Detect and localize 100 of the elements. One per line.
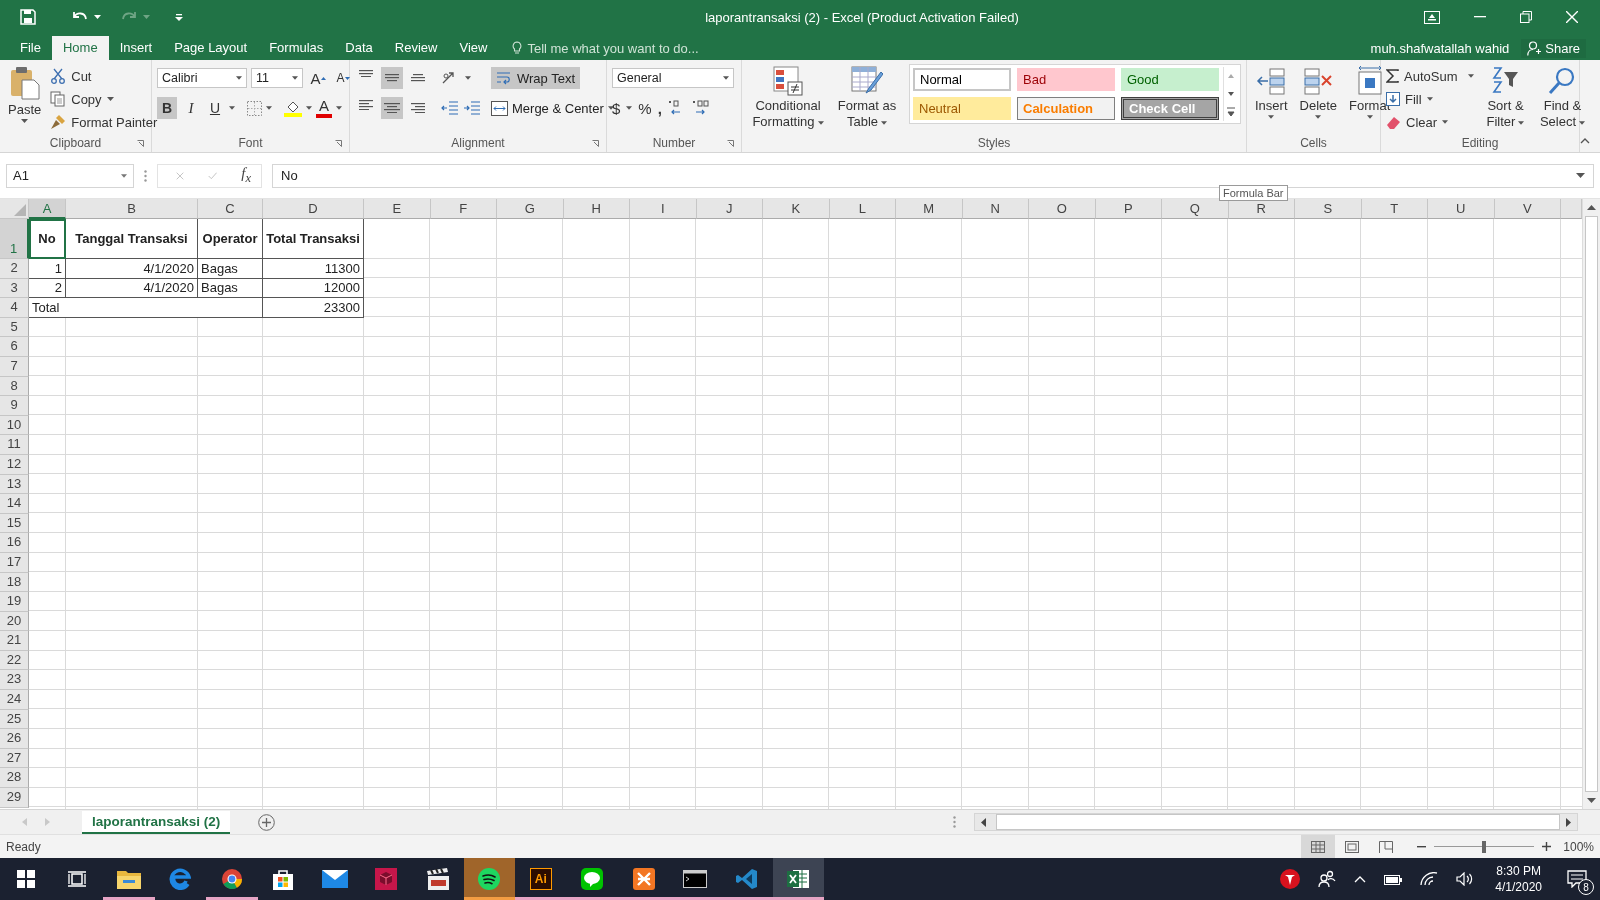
column-header[interactable]: P bbox=[1095, 199, 1162, 219]
slider-thumb[interactable] bbox=[1482, 840, 1487, 853]
close-icon[interactable] bbox=[1566, 11, 1578, 23]
column-header[interactable]: N bbox=[962, 199, 1029, 219]
caret-icon[interactable] bbox=[94, 15, 101, 19]
ribbon-options-icon[interactable] bbox=[1424, 10, 1440, 24]
paste-button[interactable]: Paste bbox=[5, 64, 45, 125]
column-header[interactable]: O bbox=[1029, 199, 1096, 219]
formula-input[interactable]: No bbox=[272, 163, 1594, 188]
align-button[interactable] bbox=[381, 97, 403, 119]
column-header[interactable]: I bbox=[630, 199, 697, 219]
format-painter-button[interactable]: Format Painter bbox=[50, 112, 158, 132]
column-header[interactable]: D bbox=[263, 199, 364, 219]
dialog-launcher-icon[interactable] bbox=[137, 140, 144, 147]
share-button[interactable]: Share bbox=[1521, 38, 1586, 58]
zoom-out-icon[interactable] bbox=[1417, 845, 1427, 848]
row-header[interactable]: 23 bbox=[0, 670, 29, 691]
italic-button[interactable]: I bbox=[181, 97, 201, 119]
cell-style-option[interactable]: Good bbox=[1121, 68, 1219, 91]
ribbon-tab[interactable]: Page Layout bbox=[163, 36, 259, 60]
expand-icon[interactable] bbox=[1576, 173, 1585, 178]
clock-time[interactable]: 8:30 PM bbox=[1496, 864, 1541, 878]
copy-button[interactable]: Copy bbox=[50, 89, 158, 109]
caret-icon[interactable] bbox=[266, 106, 272, 110]
row-header[interactable]: 28 bbox=[0, 768, 29, 789]
taskbar-button[interactable]: Ai bbox=[515, 858, 567, 900]
cell-style-option[interactable]: Neutral bbox=[913, 96, 1011, 120]
column-header[interactable]: T bbox=[1361, 199, 1428, 219]
add-sheet-icon[interactable] bbox=[258, 813, 276, 831]
row-header[interactable]: 29 bbox=[0, 788, 29, 808]
cell-style-option[interactable]: Normal bbox=[913, 68, 1011, 91]
ribbon-tab[interactable]: View bbox=[448, 36, 499, 60]
insert-function-button[interactable]: f$_{x}$ bbox=[241, 165, 251, 186]
column-header[interactable]: A bbox=[29, 199, 66, 219]
column-header[interactable]: J bbox=[696, 199, 763, 219]
delete-button[interactable]: Delete bbox=[1296, 64, 1341, 121]
view-button[interactable] bbox=[1301, 835, 1336, 858]
caret-icon[interactable] bbox=[626, 106, 633, 110]
taskbar-button[interactable] bbox=[463, 858, 515, 900]
scroll-down-icon[interactable] bbox=[1587, 798, 1596, 803]
collapse-ribbon-icon[interactable] bbox=[1580, 138, 1590, 144]
percent-button[interactable]: % bbox=[638, 99, 652, 117]
row-header[interactable]: 1 bbox=[0, 219, 29, 259]
horizontal-scrollbar[interactable] bbox=[974, 813, 1578, 831]
row-header[interactable]: 24 bbox=[0, 690, 29, 710]
battery-icon[interactable] bbox=[1384, 873, 1403, 885]
people-icon[interactable] bbox=[1318, 870, 1337, 888]
row-header[interactable]: 19 bbox=[0, 592, 29, 612]
volume-icon[interactable] bbox=[1456, 872, 1475, 886]
align-button[interactable] bbox=[381, 67, 403, 89]
ribbon-tab[interactable]: Review bbox=[383, 36, 449, 60]
find-select-button[interactable]: Find & Select bbox=[1536, 64, 1589, 132]
caret-icon[interactable] bbox=[465, 76, 471, 80]
column-header[interactable]: C bbox=[198, 199, 263, 219]
autosum-button[interactable]: AutoSum bbox=[1386, 66, 1475, 86]
column-header[interactable]: F bbox=[430, 199, 497, 219]
column-header[interactable]: L bbox=[829, 199, 896, 219]
row-header[interactable]: 21 bbox=[0, 631, 29, 651]
grow-font-button[interactable]: A bbox=[307, 67, 329, 89]
drag-handle-icon[interactable] bbox=[953, 816, 956, 828]
borders-icon[interactable] bbox=[247, 100, 262, 116]
scroll-up-icon[interactable] bbox=[1587, 205, 1596, 210]
column-header[interactable]: U bbox=[1428, 199, 1495, 219]
dialog-launcher-icon[interactable] bbox=[592, 140, 599, 147]
column-header[interactable]: E bbox=[364, 199, 431, 219]
tell-me-field[interactable]: Tell me what you want to do... bbox=[512, 36, 699, 60]
chevron-up-icon[interactable] bbox=[1354, 875, 1367, 883]
font-color-button[interactable]: A bbox=[316, 98, 332, 118]
row-header[interactable]: 9 bbox=[0, 396, 29, 416]
drag-handle-icon[interactable] bbox=[144, 169, 147, 182]
format-as-table-button[interactable]: Format as Table bbox=[833, 64, 901, 132]
column-header[interactable]: G bbox=[497, 199, 564, 219]
restore-icon[interactable] bbox=[1520, 11, 1532, 23]
bold-button[interactable]: B bbox=[157, 97, 177, 119]
ribbon-tab[interactable]: File bbox=[9, 36, 52, 60]
column-header[interactable]: B bbox=[66, 199, 198, 219]
insert-button[interactable]: Insert bbox=[1252, 64, 1291, 121]
cell-style-option[interactable]: Bad bbox=[1017, 68, 1115, 91]
ribbon-tab[interactable]: Home bbox=[51, 36, 109, 60]
column-header[interactable]: K bbox=[763, 199, 830, 219]
dialog-launcher-icon[interactable] bbox=[727, 140, 734, 147]
zoom-level[interactable]: 100% bbox=[1563, 839, 1594, 854]
ribbon-tab[interactable]: Formulas bbox=[258, 36, 335, 60]
row-header[interactable]: 14 bbox=[0, 494, 29, 514]
row-header[interactable]: 6 bbox=[0, 337, 29, 357]
customize-icon[interactable] bbox=[175, 13, 183, 21]
taskbar-button[interactable] bbox=[772, 858, 824, 900]
caret-icon[interactable] bbox=[336, 106, 342, 110]
conditional-formatting-button[interactable]: Conditional Formatting bbox=[747, 64, 829, 132]
row-header[interactable]: 26 bbox=[0, 729, 29, 749]
font-size-dropdown[interactable]: 11 bbox=[251, 68, 303, 88]
fill-color-icon[interactable] bbox=[284, 99, 302, 117]
row-header[interactable]: 16 bbox=[0, 533, 29, 553]
wifi-icon[interactable] bbox=[1420, 872, 1439, 886]
column-header[interactable]: M bbox=[896, 199, 963, 219]
ribbon-tab[interactable]: Data bbox=[334, 36, 384, 60]
sort-filter-button[interactable]: Sort & Filter bbox=[1480, 64, 1531, 132]
scroll-left-icon[interactable] bbox=[981, 817, 986, 827]
font-name-dropdown[interactable]: Calibri bbox=[157, 68, 247, 88]
scroll-right-icon[interactable] bbox=[1566, 817, 1571, 827]
